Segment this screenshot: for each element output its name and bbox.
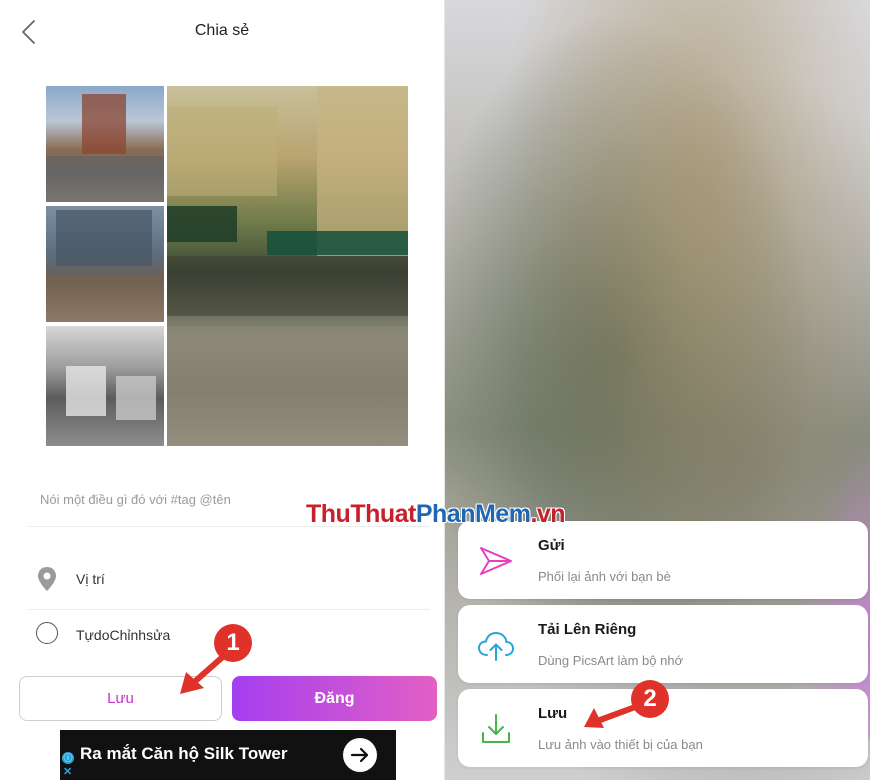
- header: Chia sẻ: [0, 0, 444, 62]
- photo-collage: [46, 86, 408, 446]
- free-edit-radio[interactable]: [36, 622, 58, 644]
- collage-photo-aerial: [46, 326, 164, 446]
- watermark: ThuThuatPhanMem.vn: [306, 500, 566, 529]
- download-icon: [482, 714, 510, 743]
- ad-text: Ra mắt Căn hộ Silk Tower: [80, 744, 288, 763]
- ad-close-icon[interactable]: ✕: [63, 765, 72, 778]
- arrow-right-icon[interactable]: [343, 738, 377, 772]
- arrow-icon: [584, 703, 641, 728]
- share-option-title: Tải Lên Riêng: [538, 621, 637, 638]
- collage-photo-street: [46, 206, 164, 322]
- cloud-upload-icon: [477, 631, 515, 661]
- divider: [28, 609, 430, 610]
- watermark-part-1: ThuThuat: [306, 500, 416, 528]
- caption-input[interactable]: Nói một điều gì đó với #tag @tên: [40, 492, 231, 507]
- share-option-subtitle: Phối lại ảnh với bạn bè: [538, 569, 671, 584]
- page-title: Chia sẻ: [194, 22, 250, 39]
- location-row[interactable]: Vị trí: [28, 562, 430, 598]
- send-icon: [480, 547, 512, 575]
- free-edit-label: TựdoChỉnhsửa: [76, 627, 171, 643]
- share-option-title: Gửi: [538, 537, 565, 554]
- share-option-title: Lưu: [538, 705, 568, 722]
- share-option-subtitle: Lưu ảnh vào thiết bị của bạn: [538, 737, 703, 752]
- collage-photo-market: [167, 86, 408, 446]
- location-pin-icon: [38, 567, 56, 591]
- share-option-send[interactable]: Gửi Phối lại ảnh với bạn bè: [458, 521, 868, 599]
- watermark-part-3: .vn: [530, 500, 566, 528]
- watermark-part-2: PhanMem: [415, 500, 531, 528]
- ad-info-icon[interactable]: ⓘ: [62, 752, 74, 764]
- collage-photo-cathedral: [46, 86, 164, 202]
- share-option-subtitle: Dùng PicsArt làm bộ nhớ: [538, 653, 684, 668]
- ad-banner[interactable]: ⓘ ✕ Ra mắt Căn hộ Silk Tower: [60, 730, 396, 780]
- arrow-icon: [180, 651, 229, 694]
- share-option-private-upload[interactable]: Tải Lên Riêng Dùng PicsArt làm bộ nhớ: [458, 605, 868, 683]
- post-button[interactable]: Đăng: [232, 676, 437, 721]
- location-label: Vị trí: [76, 571, 105, 587]
